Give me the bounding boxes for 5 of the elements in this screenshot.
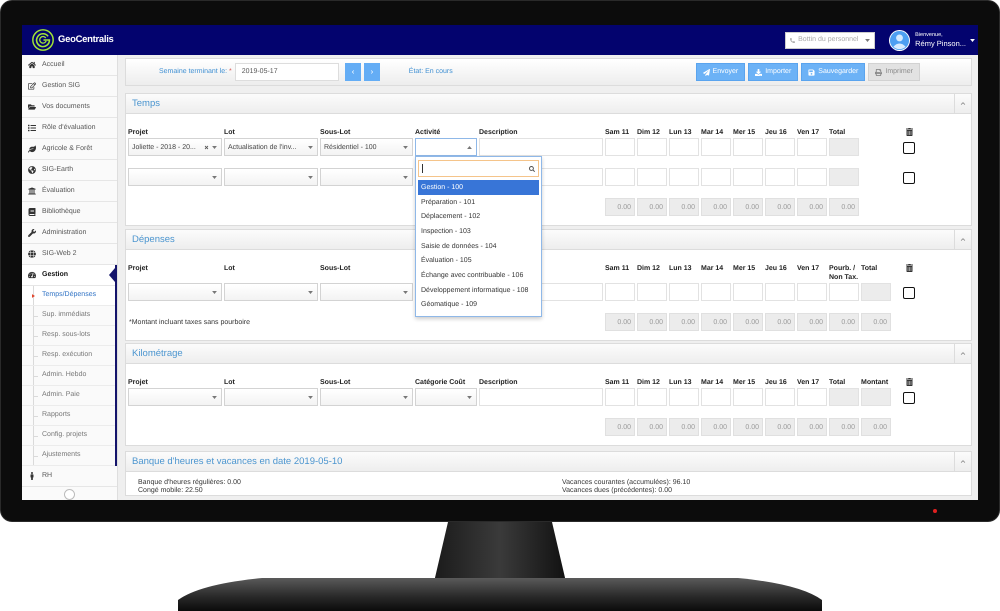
panel-title: Kilométrage (132, 348, 183, 360)
panel-title: Temps (132, 98, 160, 110)
panel-title: Dépenses (132, 234, 175, 246)
panel-title: Banque d'heures et vacances en date 2019-05-10 (132, 456, 342, 468)
logo-text: GeoCentralis (58, 32, 114, 47)
